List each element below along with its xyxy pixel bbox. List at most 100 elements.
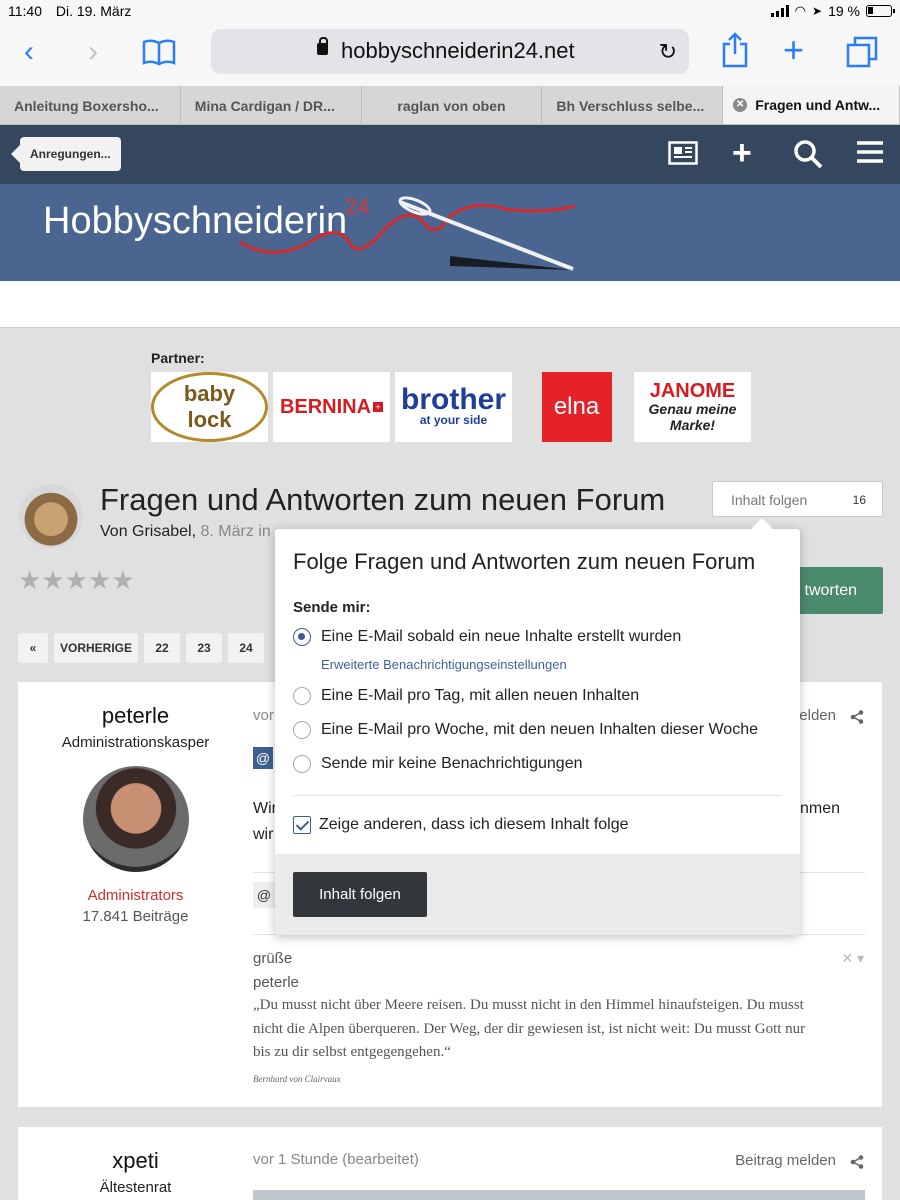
- browser-toolbar: ‹ › hobbyschneiderin24.net ↻ +: [0, 24, 900, 86]
- lock-icon: [317, 37, 328, 55]
- option-weekly[interactable]: Eine E-Mail pro Woche, mit den neuen Inh…: [293, 721, 758, 739]
- swiss-cross-icon: +: [373, 402, 384, 412]
- elna-logo: elna: [541, 372, 612, 442]
- post-body-start: Wir: [253, 800, 277, 817]
- option-instant[interactable]: Eine E-Mail sobald ein neue Inhalte erst…: [293, 628, 681, 646]
- signature-quote: „Du musst nicht über Meere reisen. Du mu…: [253, 997, 806, 1060]
- post-author-name-2[interactable]: xpeti: [18, 1148, 253, 1174]
- pagination: « VORHERIGE 22 23 24: [18, 633, 264, 663]
- post-author-rank-2: Ältestenrat: [99, 1179, 172, 1196]
- address-bar[interactable]: hobbyschneiderin24.net ↻: [211, 29, 689, 74]
- partner-babylock[interactable]: baby lock: [151, 372, 268, 442]
- hide-signature-icon[interactable]: ✕ ▾: [841, 950, 864, 967]
- partner-label: Partner:: [151, 350, 205, 366]
- partner-elna[interactable]: elna: [518, 372, 635, 442]
- post-author-count: 17.841 Beiträge: [82, 908, 189, 925]
- page-23-button[interactable]: 23: [186, 633, 222, 663]
- partner-janome[interactable]: JANOME Genau meine Marke!: [634, 372, 751, 442]
- post-author-name[interactable]: peterle: [18, 703, 253, 729]
- tab-active-label: Fragen und Antw...: [755, 97, 881, 113]
- follow-button[interactable]: Inhalt folgen 16: [712, 481, 883, 517]
- radio-none[interactable]: [293, 755, 311, 773]
- reload-icon[interactable]: ↻: [659, 39, 677, 65]
- site-banner[interactable]: Hobbyschneiderin 24: [0, 184, 900, 281]
- rating-stars[interactable]: ★★★★★: [18, 565, 135, 596]
- radio-weekly[interactable]: [293, 721, 311, 739]
- tab-1[interactable]: Anleitung Boxersho...: [0, 86, 181, 124]
- close-tab-icon[interactable]: ✕: [733, 98, 748, 112]
- status-time: 11:40: [8, 3, 42, 19]
- post-body-end: nmen: [799, 800, 840, 817]
- forward-icon[interactable]: ›: [88, 37, 98, 67]
- post-date-2: vor 1 Stunde (bearbeitet): [253, 1151, 419, 1168]
- signature-quote-author: Bernhard von Clairvaux: [253, 1074, 341, 1084]
- show-others-checkbox[interactable]: [293, 816, 311, 834]
- bookmarks-icon[interactable]: [142, 38, 176, 66]
- radio-daily[interactable]: [293, 687, 311, 705]
- follow-count: 16: [852, 493, 866, 507]
- brother-wordmark: brother: [401, 383, 506, 416]
- quote-button[interactable]: @: [253, 882, 275, 908]
- post-author-group: Administrators: [87, 887, 184, 904]
- menu-icon[interactable]: [857, 140, 883, 164]
- add-icon[interactable]: +: [732, 136, 752, 170]
- signature-greeting: grüße: [253, 950, 293, 967]
- first-page-button[interactable]: «: [18, 633, 48, 663]
- tab-4[interactable]: Bh Verschluss selbe...: [542, 86, 724, 124]
- post-author-rank: Administrationskasper: [61, 734, 210, 751]
- brother-logo: brother at your side: [401, 385, 506, 428]
- battery-percent: 19 %: [828, 3, 860, 19]
- site-nav: Anregungen... +: [0, 125, 900, 184]
- share-post-icon[interactable]: [850, 710, 864, 724]
- advanced-settings-link[interactable]: Erweiterte Benachrichtigungseinstellunge…: [321, 657, 567, 672]
- radio-instant[interactable]: [293, 628, 311, 646]
- new-tab-icon[interactable]: +: [783, 32, 804, 68]
- share-icon[interactable]: [721, 32, 749, 68]
- share-post-icon-2[interactable]: [850, 1155, 864, 1169]
- signal-icon: [770, 5, 789, 17]
- page-24-button[interactable]: 24: [228, 633, 264, 663]
- url-text: hobbyschneiderin24.net: [341, 38, 575, 63]
- janome-logo: JANOME Genau meine Marke!: [634, 381, 751, 433]
- janome-wordmark: JANOME: [649, 380, 736, 402]
- mention-tag[interactable]: @: [253, 747, 273, 769]
- follow-submit-button[interactable]: Inhalt folgen: [293, 872, 427, 917]
- topic-meta: Von Grisabel, 8. März in: [100, 523, 271, 541]
- tab-active[interactable]: ✕ Fragen und Antw...: [723, 86, 900, 124]
- activity-icon[interactable]: [668, 141, 698, 165]
- partner-bernina[interactable]: BERNINA +: [273, 372, 390, 442]
- option-none[interactable]: Sende mir keine Benachrichtigungen: [293, 755, 583, 773]
- topic-author[interactable]: Von Grisabel,: [100, 523, 196, 540]
- post-date: vor: [253, 707, 274, 724]
- signature-name: peterle: [253, 974, 299, 991]
- option-daily-label: Eine E-Mail pro Tag, mit allen neuen Inh…: [321, 687, 640, 704]
- topic-title: Fragen und Antworten zum neuen Forum: [100, 482, 666, 517]
- wifi-icon: ◠: [794, 3, 807, 18]
- tab-2[interactable]: Mina Cardigan / DR...: [181, 86, 362, 124]
- topic-author-avatar[interactable]: [19, 484, 83, 548]
- popup-title: Folge Fragen und Antworten zum neuen For…: [293, 549, 756, 574]
- tabs-icon[interactable]: [846, 36, 878, 68]
- white-bar: [0, 281, 900, 328]
- back-icon[interactable]: ‹: [24, 37, 34, 67]
- tab-3[interactable]: raglan von oben: [362, 86, 543, 124]
- partner-brother[interactable]: brother at your side: [395, 372, 512, 442]
- prev-page-button[interactable]: VORHERIGE: [54, 633, 138, 663]
- search-icon[interactable]: [793, 139, 823, 169]
- popup-send-label: Sende mir:: [293, 599, 371, 616]
- option-daily[interactable]: Eine E-Mail pro Tag, mit allen neuen Inh…: [293, 687, 639, 705]
- post-author-avatar[interactable]: [83, 766, 189, 872]
- embedded-screenshot[interactable]: [253, 1190, 865, 1200]
- back-link-button[interactable]: Anregungen...: [11, 137, 121, 171]
- janome-tagline: Genau meine Marke!: [648, 401, 737, 433]
- popup-footer: Inhalt folgen: [275, 854, 800, 935]
- post-xpeti: xpeti Ältestenrat vor 1 Stunde (bearbeit…: [18, 1127, 882, 1200]
- page-22-button[interactable]: 22: [144, 633, 180, 663]
- status-date: Di. 19. März: [55, 3, 132, 19]
- follow-label: Inhalt folgen: [731, 492, 808, 508]
- bernina-logo: BERNINA: [279, 395, 372, 418]
- report-post-link-2[interactable]: Beitrag melden: [735, 1152, 836, 1169]
- popup-divider: [293, 795, 782, 796]
- battery-icon: [866, 5, 895, 17]
- show-others-toggle[interactable]: Zeige anderen, dass ich diesem Inhalt fo…: [293, 816, 629, 834]
